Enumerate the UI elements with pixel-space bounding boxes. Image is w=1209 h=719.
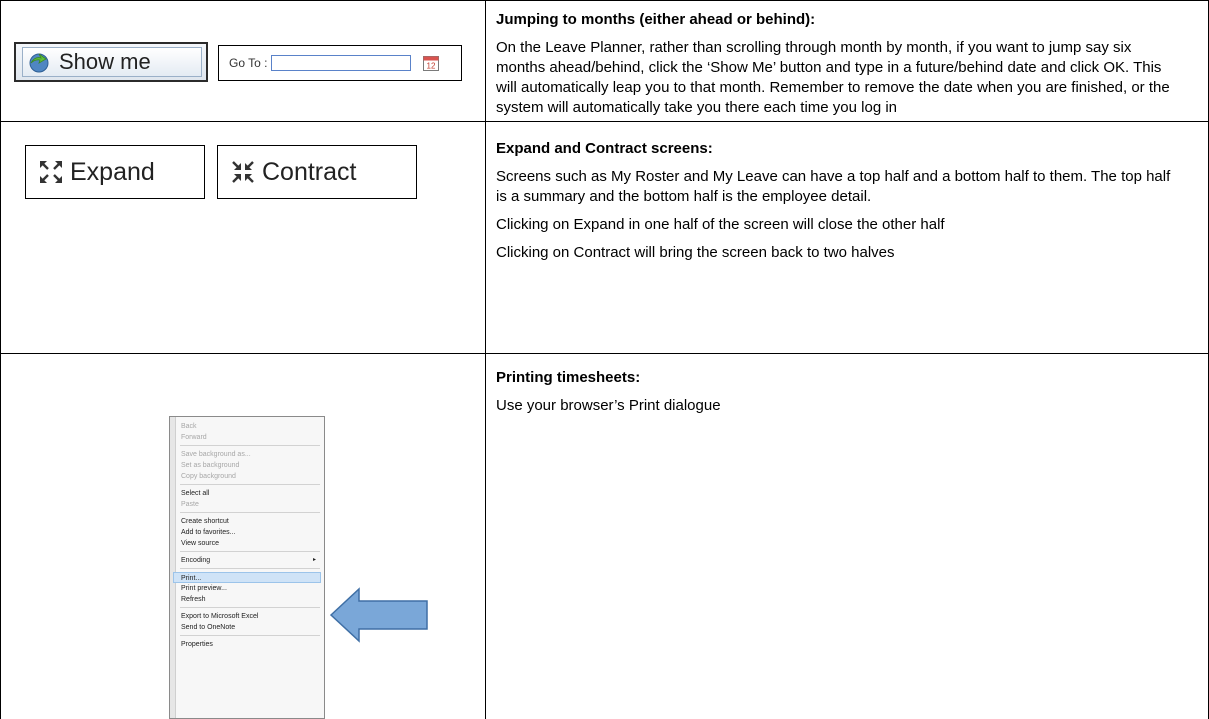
context-menu-item[interactable]: Add to favorites... xyxy=(170,527,324,538)
table-border-left xyxy=(0,0,1,719)
context-menu-item: Back xyxy=(181,423,197,430)
context-menu-item[interactable]: Send to OneNote xyxy=(170,622,324,633)
submenu-arrow-icon: ▸ xyxy=(312,557,316,563)
context-menu-item: Forward xyxy=(181,434,207,441)
show-me-label: Show me xyxy=(59,49,151,74)
row-divider-1 xyxy=(0,121,1209,122)
row-2-heading: Expand and Contract screens: xyxy=(496,140,713,157)
context-menu-item[interactable]: Select all xyxy=(170,488,324,499)
context-menu-item[interactable]: Create shortcut xyxy=(170,516,324,527)
context-menu-separator xyxy=(180,484,320,485)
expand-label: Expand xyxy=(70,157,155,186)
goto-label: Go To : xyxy=(229,56,268,70)
row-1-paragraph-1: On the Leave Planner, rather than scroll… xyxy=(496,39,1170,116)
row-divider-2 xyxy=(0,353,1209,354)
contract-label: Contract xyxy=(262,157,357,186)
context-menu-item: Set as background xyxy=(181,462,240,469)
row-2-paragraph-1: Screens such as My Roster and My Leave c… xyxy=(496,168,1171,205)
contract-button[interactable]: Contract xyxy=(217,145,417,199)
context-menu-item[interactable]: Print... xyxy=(173,572,321,583)
context-menu-item[interactable]: Refresh xyxy=(170,594,324,605)
row-2-text: Expand and Contract screens: Screens suc… xyxy=(486,139,1209,263)
table-border-top xyxy=(0,0,1209,1)
expand-button[interactable]: Expand xyxy=(25,145,205,199)
context-menu-item: Copy background xyxy=(181,473,236,480)
context-menu-separator xyxy=(180,635,320,636)
row-3-text: Printing timesheets: Use your browser’s … xyxy=(486,368,1209,416)
calendar-day: 12 xyxy=(427,61,436,70)
context-menu-item[interactable]: Encoding ▸ xyxy=(170,555,324,566)
show-me-button[interactable]: Show me xyxy=(14,42,208,82)
left-arrow-pointer-icon xyxy=(329,587,428,643)
context-menu-item[interactable]: Print preview... xyxy=(170,583,324,594)
context-menu-separator xyxy=(180,607,320,608)
context-menu-item[interactable]: Export to Microsoft Excel xyxy=(170,611,324,622)
expand-arrows-icon xyxy=(40,161,62,183)
contract-arrows-icon xyxy=(232,161,254,183)
context-menu-item[interactable]: Properties xyxy=(170,639,324,650)
refresh-globe-icon xyxy=(29,53,49,73)
context-menu-item: Save background as... xyxy=(181,451,251,458)
context-menu-separator xyxy=(180,551,320,552)
context-menu-item: Paste xyxy=(181,501,199,508)
context-menu-item[interactable]: View source xyxy=(170,538,324,549)
context-menu-separator xyxy=(180,512,320,513)
context-menu-separator xyxy=(180,568,320,569)
instructions-table: Show me Go To : 12 Jumping to months (ei… xyxy=(0,0,1209,719)
row-2-paragraph-3: Clicking on Contract will bring the scre… xyxy=(496,244,895,261)
browser-context-menu: Back Forward Save background as... Set as b… xyxy=(169,416,325,719)
row-1-text: Jumping to months (either ahead or behin… xyxy=(486,10,1209,118)
goto-date-widget: Go To : 12 xyxy=(218,45,462,81)
row-1-heading: Jumping to months (either ahead or behin… xyxy=(496,11,816,28)
calendar-icon[interactable]: 12 xyxy=(423,55,440,71)
context-menu-separator xyxy=(180,445,320,446)
show-me-button-face: Show me xyxy=(22,47,202,77)
row-2-paragraph-2: Clicking on Expand in one half of the sc… xyxy=(496,216,945,233)
goto-date-input[interactable] xyxy=(271,55,412,71)
row-3-heading: Printing timesheets: xyxy=(496,369,641,386)
row-3-paragraph-1: Use your browser’s Print dialogue xyxy=(496,397,721,414)
